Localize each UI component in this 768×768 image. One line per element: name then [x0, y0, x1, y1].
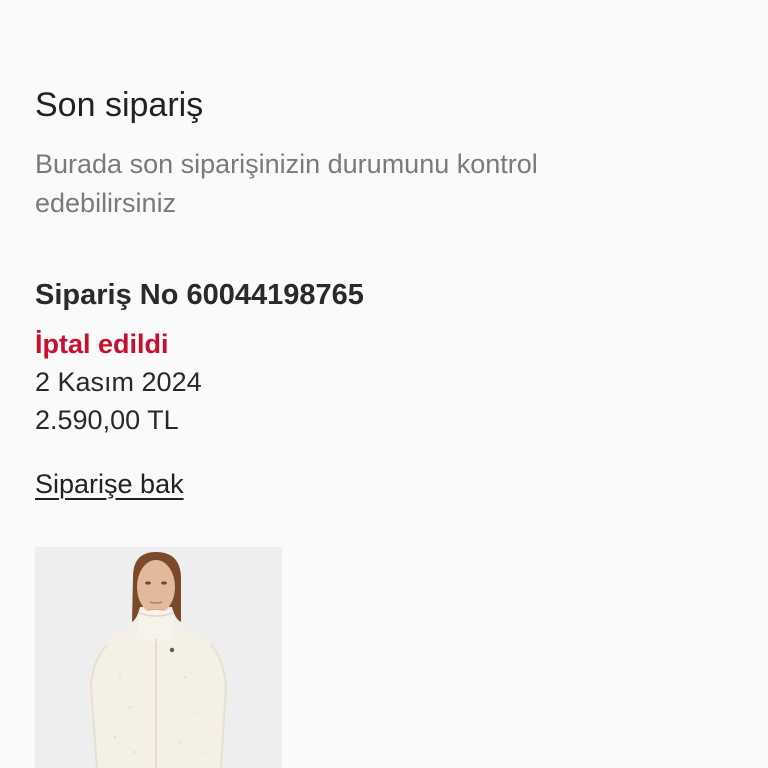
section-subtitle: Burada son siparişinizin durumunu kontro…: [35, 149, 538, 218]
product-image[interactable]: [35, 547, 282, 768]
order-number: Sipariş No 60044198765: [35, 279, 364, 311]
product-photo-icon: [35, 547, 282, 768]
section-title: Son sipariş: [35, 86, 204, 124]
view-order-link[interactable]: Siparişe bak: [35, 466, 184, 502]
recent-order-section: Son sipariş Burada son siparişinizin dur…: [35, 0, 733, 768]
order-date: 2 Kasım 2024: [35, 367, 202, 397]
order-total: 2.590,00 TL: [35, 405, 179, 435]
order-status-badge: İptal edildi: [35, 329, 169, 359]
